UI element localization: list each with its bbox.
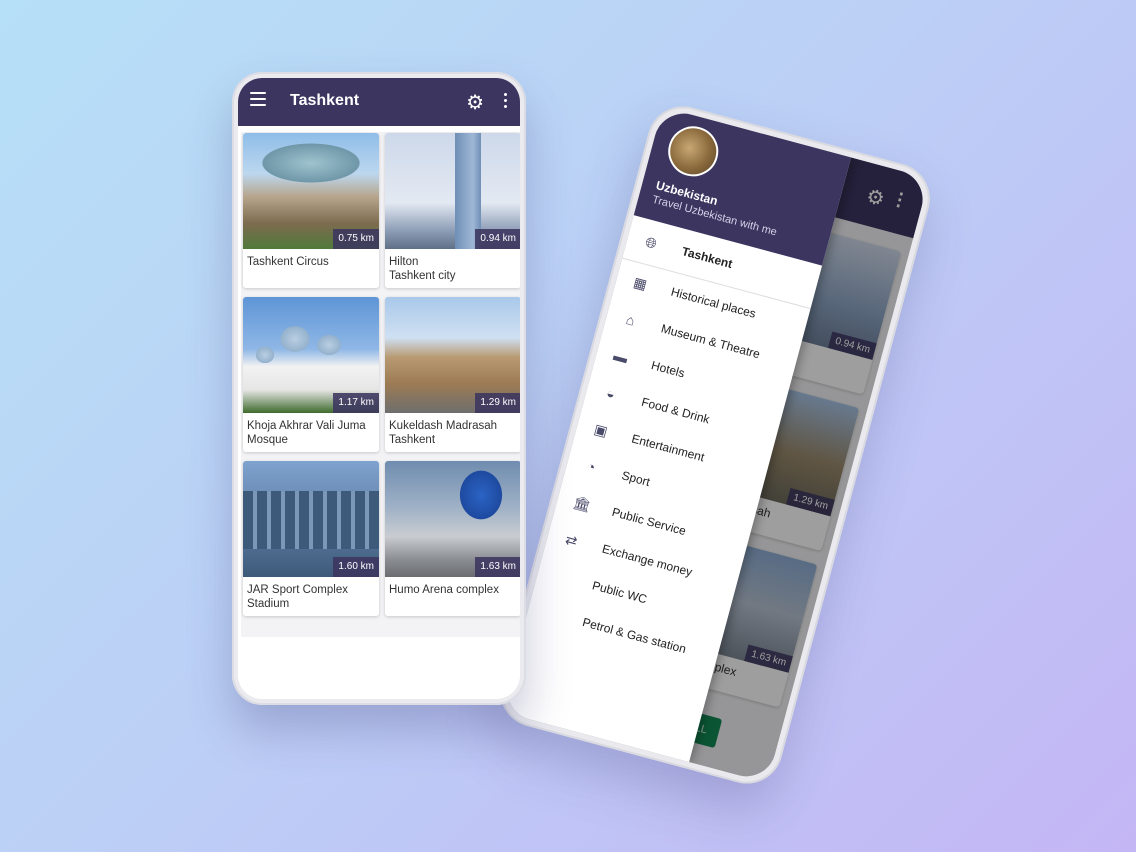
- empty-area: [238, 638, 520, 699]
- drawer-screen: ⚙ ⋮ 0.94 km city 1.29 km Madrasah 1.63 k…: [500, 106, 930, 784]
- place-name: Hilton Tashkent city: [389, 256, 456, 282]
- bank-icon: 🏛︎: [571, 493, 593, 514]
- app-bar: Tashkent ⚙: [238, 78, 520, 126]
- distance-badge: 1.63 km: [475, 557, 520, 577]
- places-grid: 0.75 km Tashkent Circus 0.94 km Hilton T…: [241, 132, 520, 637]
- more-vert-icon[interactable]: [504, 93, 508, 111]
- distance-badge: 1.17 km: [333, 393, 379, 413]
- whistle-icon: ◔: [585, 457, 598, 476]
- bed-icon: ▬: [611, 347, 630, 367]
- phone-mockup-main: Tashkent ⚙ 0.75 km Tashkent Circus 0.94 …: [232, 72, 526, 705]
- drawer-item-label: Sport: [620, 468, 652, 490]
- museum-icon: ⌂: [624, 311, 637, 329]
- movie-icon: ▣: [592, 420, 610, 440]
- drawer-item-label: Hotels: [649, 358, 687, 381]
- place-card[interactable]: 1.17 km Khoja Akhrar Vali Juma Mosque: [243, 297, 379, 452]
- gas-station-icon: [542, 604, 562, 624]
- globe-icon: 🌐︎: [643, 233, 659, 252]
- place-name: Tashkent Circus: [247, 256, 329, 268]
- settings-gear-icon[interactable]: ⚙: [466, 90, 484, 115]
- distance-badge: 0.94 km: [475, 229, 520, 249]
- distance-badge: 1.60 km: [333, 557, 379, 577]
- drawer-item-label: Public WC: [590, 578, 649, 607]
- place-card[interactable]: 1.60 km JAR Sport Complex Stadium: [243, 461, 379, 616]
- hamburger-menu-icon[interactable]: [250, 92, 266, 106]
- distance-badge: 0.75 km: [333, 229, 379, 249]
- place-name: Kukeldash Madrasah Tashkent: [389, 420, 498, 446]
- drawer-item-label: Food & Drink: [639, 394, 712, 427]
- main-screen: Tashkent ⚙ 0.75 km Tashkent Circus 0.94 …: [238, 78, 520, 699]
- place-name: Khoja Akhrar Vali Juma Mosque: [247, 420, 366, 446]
- place-card[interactable]: 1.63 km Humo Arena complex: [385, 461, 520, 616]
- building-icon: ▦: [631, 273, 649, 293]
- wc-icon: [552, 567, 572, 587]
- fastfood-icon: ◒: [604, 384, 617, 403]
- drawer-item-label: Entertainment: [630, 431, 706, 465]
- page-title: Tashkent: [290, 92, 360, 109]
- phone-mockup-drawer: ⚙ ⋮ 0.94 km city 1.29 km Madrasah 1.63 k…: [492, 98, 938, 792]
- place-card[interactable]: 1.29 km Kukeldash Madrasah Tashkent: [385, 297, 520, 452]
- avatar: [662, 120, 724, 182]
- place-name: JAR Sport Complex Stadium: [247, 584, 348, 610]
- place-name: Humo Arena complex: [389, 584, 499, 596]
- place-card[interactable]: 0.75 km Tashkent Circus: [243, 133, 379, 288]
- place-card[interactable]: 0.94 km Hilton Tashkent city: [385, 133, 520, 288]
- exchange-icon: ⇄: [563, 530, 580, 550]
- distance-badge: 1.29 km: [475, 393, 520, 413]
- drawer-item-label: Tashkent: [680, 244, 734, 272]
